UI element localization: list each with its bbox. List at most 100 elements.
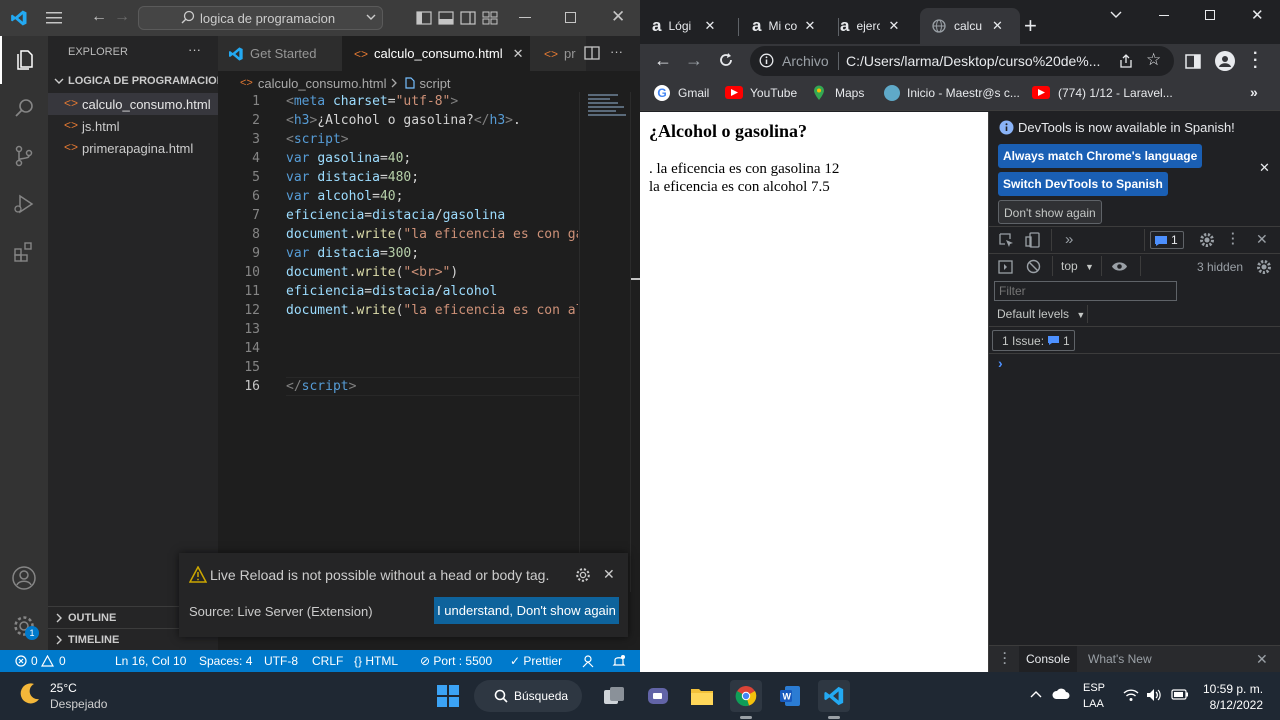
weather-moon-icon[interactable] — [18, 681, 42, 705]
folder-header[interactable]: LOGICA DE PROGRAMACION — [48, 72, 225, 92]
split-editor-icon[interactable] — [584, 45, 600, 61]
share-icon[interactable] — [1118, 53, 1134, 69]
console-prompt-icon[interactable]: › — [998, 355, 1003, 371]
notification-gear-icon[interactable] — [575, 567, 591, 583]
chat-icon[interactable] — [642, 680, 674, 712]
close-tab-icon[interactable]: ✕ — [888, 18, 899, 34]
search-view-icon[interactable] — [0, 84, 48, 132]
maximize-icon[interactable] — [565, 12, 576, 23]
editor-scrollbar[interactable] — [630, 92, 641, 592]
tab-console[interactable]: Console — [1019, 646, 1077, 672]
close-icon[interactable]: ✕ — [1251, 6, 1264, 24]
source-control-icon[interactable] — [0, 132, 48, 180]
context-selector[interactable]: top ▼ — [1061, 259, 1094, 273]
end-of-line[interactable]: CRLF — [312, 650, 343, 672]
problems-status[interactable]: 0 0 — [8, 650, 68, 672]
editor-more-icon[interactable]: ··· — [610, 44, 623, 59]
cursor-position[interactable]: Ln 16, Col 10 — [115, 650, 186, 672]
battery-icon[interactable] — [1171, 689, 1189, 700]
task-view-icon[interactable] — [598, 680, 630, 712]
sidebar-toggle-icon[interactable] — [998, 260, 1013, 274]
language-top[interactable]: ESP — [1083, 682, 1105, 694]
log-levels-dropdown[interactable]: Default levels ▼ — [997, 307, 1085, 321]
run-debug-icon[interactable] — [0, 180, 48, 228]
switch-to-spanish-button[interactable]: Switch DevTools to Spanish — [998, 172, 1168, 196]
explorer-icon[interactable] — [0, 36, 48, 84]
chevron-up-icon[interactable] — [1030, 689, 1042, 699]
code-line[interactable]: 6 var alcohol=40; — [218, 187, 578, 206]
taskbar-search[interactable]: Búsqueda — [474, 680, 582, 712]
language-mode[interactable]: {} HTML — [354, 650, 398, 672]
code-editor[interactable]: 1 <meta charset="utf-8"> 2 <h3>¿Alcohol o g… — [218, 92, 578, 412]
browser-tab-active[interactable]: calcu ✕ — [920, 8, 1020, 44]
forward-arrow-icon[interactable]: → — [114, 8, 130, 26]
bookmark-star-icon[interactable]: ☆ — [1146, 50, 1161, 70]
more-bookmarks-icon[interactable]: » — [1250, 84, 1258, 100]
issues-counter[interactable]: 1 — [1150, 231, 1184, 249]
code-line[interactable]: 7 eficiencia=distacia/gasolina — [218, 206, 578, 225]
clear-console-icon[interactable] — [1026, 259, 1041, 274]
device-toolbar-icon[interactable] — [1025, 232, 1041, 248]
close-tab-icon[interactable]: ✕ — [804, 18, 815, 34]
code-line[interactable]: 1 <meta charset="utf-8"> — [218, 92, 578, 111]
manage-gear-icon[interactable] — [0, 602, 48, 650]
file-item[interactable]: <> primerapagina.html — [48, 137, 218, 159]
onedrive-cloud-icon[interactable] — [1052, 688, 1070, 700]
tab-whats-new[interactable]: What's New — [1088, 646, 1152, 672]
console-settings-gear-icon[interactable] — [1256, 259, 1272, 275]
code-line[interactable]: 10 document.write("<br>") — [218, 263, 578, 282]
extensions-icon[interactable] — [0, 228, 48, 276]
minimap[interactable] — [579, 92, 629, 592]
maximize-icon[interactable] — [1205, 10, 1215, 20]
settings-gear-icon[interactable] — [1199, 232, 1215, 248]
banner-close-icon[interactable]: ✕ — [1259, 160, 1270, 176]
bookmark-maestros[interactable]: Inicio - Maestr@s c... — [884, 78, 1020, 107]
toggle-secondary-sidebar-icon[interactable] — [460, 10, 476, 26]
code-line[interactable]: 11 eficiencia=distacia/alcohol — [218, 282, 578, 301]
live-server-port[interactable]: ⊘ Port : 5500 — [420, 650, 492, 672]
issues-button[interactable]: 1 Issue: 1 — [992, 330, 1075, 351]
more-tabs-icon[interactable]: » — [1065, 231, 1073, 248]
file-item[interactable]: <> calculo_consumo.html — [48, 93, 218, 115]
live-expression-eye-icon[interactable] — [1111, 260, 1128, 273]
breadcrumb-file[interactable]: calculo_consumo.html — [258, 76, 387, 91]
vscode-taskbar-icon[interactable] — [818, 680, 850, 712]
tab-calculo-consumo[interactable]: <> calculo_consumo.html ✕ — [342, 36, 530, 71]
clock-date[interactable]: 8/12/2022 — [1203, 698, 1263, 712]
code-line[interactable]: 12 document.write("la eficencia es con al — [218, 301, 578, 320]
encoding[interactable]: UTF-8 — [264, 650, 298, 672]
word-icon[interactable]: W — [774, 680, 806, 712]
bookmark-youtube[interactable]: YouTube — [725, 78, 797, 107]
bookmark-maps[interactable]: Maps — [813, 78, 864, 107]
close-icon[interactable]: ✕ — [611, 7, 625, 27]
tab-search-icon[interactable] — [1110, 10, 1122, 20]
dont-show-again-button[interactable]: Don't show again — [998, 200, 1102, 224]
close-tab-icon[interactable]: ✕ — [513, 46, 524, 62]
code-line[interactable]: 2 <h3>¿Alcohol o gasolina?</h3>. — [218, 111, 578, 130]
back-arrow-icon[interactable]: ← — [654, 50, 672, 71]
tab-get-started[interactable]: Get Started — [218, 36, 342, 71]
breadcrumb-symbol[interactable]: script — [419, 76, 450, 91]
bookmark-gmail[interactable]: G Gmail — [654, 78, 709, 107]
prettier-status[interactable]: ✓ Prettier — [510, 650, 562, 672]
explorer-more-icon[interactable]: ··· — [188, 42, 201, 57]
tab-primerapagina[interactable]: <> pr — [530, 36, 586, 71]
minimize-icon[interactable] — [519, 17, 531, 18]
code-line[interactable]: 3 <script> — [218, 130, 578, 149]
profile-avatar-icon[interactable] — [1215, 51, 1235, 71]
code-line[interactable]: 5 var distacia=480; — [218, 168, 578, 187]
devtools-menu-icon[interactable]: · · · — [1231, 227, 1235, 250]
close-devtools-icon[interactable]: ✕ — [1256, 231, 1268, 248]
chrome-icon[interactable] — [730, 680, 762, 712]
inspect-element-icon[interactable] — [999, 233, 1014, 248]
accounts-icon[interactable] — [0, 554, 48, 602]
file-item[interactable]: <> js.html — [48, 115, 218, 137]
chrome-menu-icon[interactable]: · · · — [1253, 46, 1258, 76]
customize-layout-icon[interactable] — [482, 10, 498, 26]
code-line[interactable]: 4 var gasolina=40; — [218, 149, 578, 168]
close-tab-icon[interactable]: ✕ — [992, 18, 1003, 34]
command-center[interactable]: logica de programacion — [138, 6, 383, 30]
code-line[interactable]: 14 — [218, 339, 578, 358]
console-filter-input[interactable] — [994, 281, 1177, 301]
reload-icon[interactable] — [718, 52, 734, 68]
